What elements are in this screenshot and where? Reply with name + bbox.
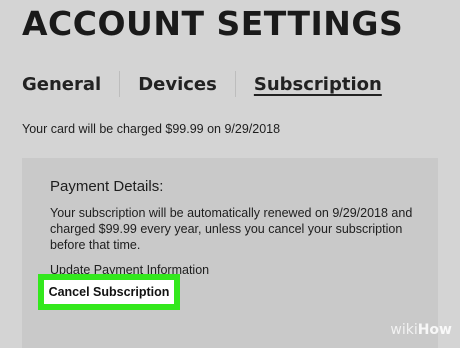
settings-tabs: General Devices Subscription <box>22 71 382 97</box>
page-title: ACCOUNT SETTINGS <box>22 4 404 43</box>
watermark-prefix: wiki <box>390 322 418 338</box>
payment-details-heading: Payment Details: <box>50 178 164 195</box>
tab-general[interactable]: General <box>22 74 101 95</box>
wikihow-watermark: wikiHow <box>390 322 452 338</box>
watermark-suffix: How <box>417 322 452 338</box>
renewal-description: Your subscription will be automatically … <box>50 206 413 252</box>
cancel-subscription-label[interactable]: Cancel Subscription <box>49 285 170 299</box>
tab-subscription[interactable]: Subscription <box>254 74 382 95</box>
tab-devices[interactable]: Devices <box>138 74 217 95</box>
tab-divider <box>234 71 236 97</box>
charge-notice: Your card will be charged $99.99 on 9/29… <box>22 122 281 136</box>
cancel-subscription-button[interactable]: Cancel Subscription <box>44 280 174 304</box>
tab-divider <box>119 71 121 97</box>
